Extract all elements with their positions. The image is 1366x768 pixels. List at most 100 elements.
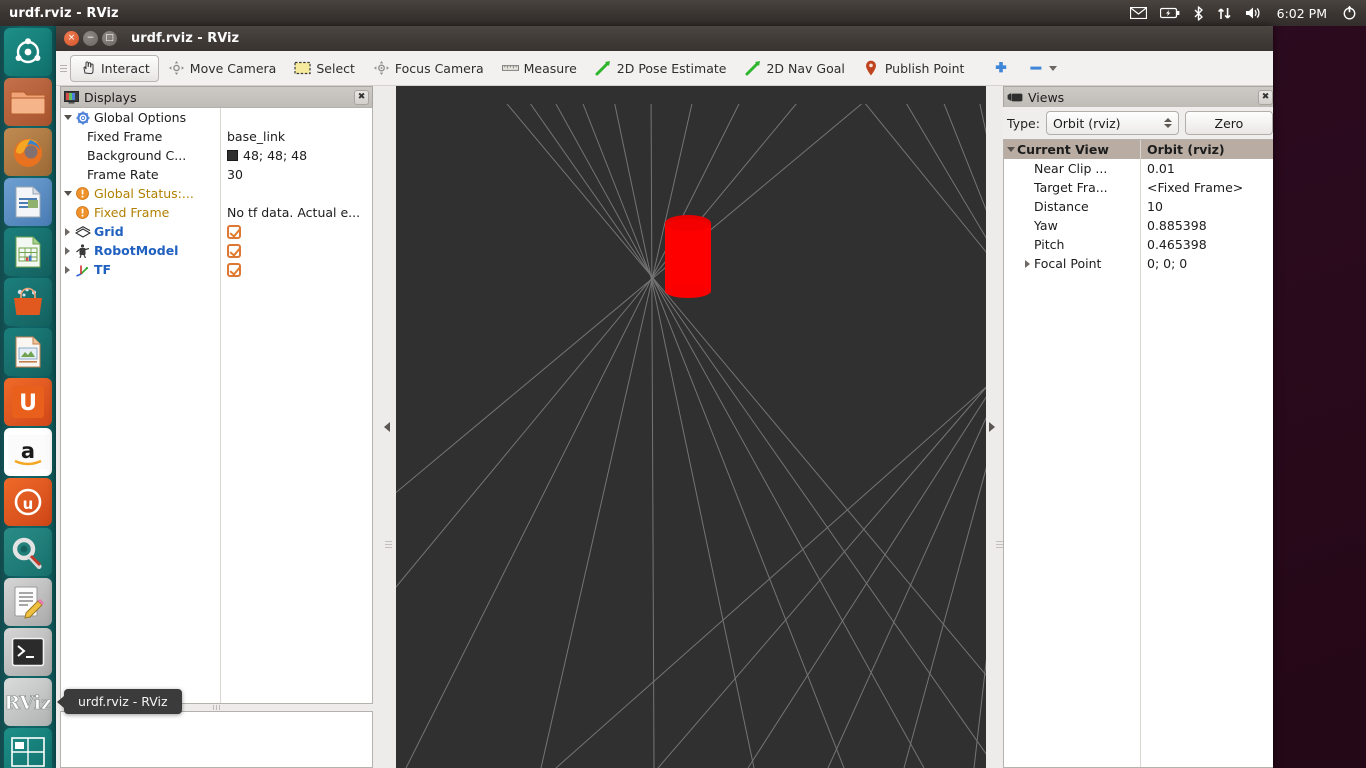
tool-measure[interactable]: Measure xyxy=(493,55,586,82)
twisty-open-icon[interactable] xyxy=(61,111,74,124)
viewport-scene xyxy=(396,86,986,768)
display-row-frame-rate[interactable]: Frame Rate 30 xyxy=(61,165,372,184)
launcher-libreoffice-impress[interactable] xyxy=(4,328,52,376)
displays-monitor-icon xyxy=(64,90,79,104)
battery-icon[interactable] xyxy=(1159,7,1180,19)
unity-launcher: U a u RViz xyxy=(0,26,56,768)
display-row-robotmodel[interactable]: RobotModel xyxy=(61,241,372,260)
display-value[interactable]: base_link xyxy=(220,129,372,144)
views-tree[interactable]: Current View Orbit (rviz) Near Clip ... … xyxy=(1003,139,1273,768)
views-close-icon[interactable]: ✖ xyxy=(1258,89,1273,105)
twisty-closed-icon[interactable] xyxy=(61,225,74,238)
render-viewport-3d[interactable] xyxy=(396,86,986,768)
view-type-select[interactable]: Orbit (rviz) xyxy=(1045,111,1179,135)
display-row-global-status[interactable]: Global Status:... xyxy=(61,184,372,203)
volume-icon[interactable] xyxy=(1245,6,1262,20)
view-type-label: Type: xyxy=(1007,115,1040,131)
spinner-arrows-icon[interactable] xyxy=(1163,118,1172,128)
desktop-screen: urdf.rviz - RViz 6:02 PM U a u RViz × − … xyxy=(0,0,1366,768)
warning-icon xyxy=(74,186,91,201)
add-tool-button[interactable] xyxy=(983,55,1018,82)
twisty-closed-icon[interactable] xyxy=(61,244,74,257)
launcher-system-settings[interactable] xyxy=(4,528,52,576)
views-value[interactable]: 10 xyxy=(1140,199,1273,214)
launcher-files[interactable] xyxy=(4,78,52,126)
mail-icon[interactable] xyxy=(1129,7,1147,19)
tool-select[interactable]: Select xyxy=(285,55,364,82)
launcher-libreoffice-writer[interactable] xyxy=(4,178,52,226)
tool-2d-nav-goal-label: 2D Nav Goal xyxy=(766,60,845,76)
warning-icon xyxy=(74,205,91,220)
display-row-fixed-frame[interactable]: Fixed Frame base_link xyxy=(61,127,372,146)
focus-camera-icon xyxy=(373,60,390,76)
zero-button[interactable]: Zero xyxy=(1184,111,1273,135)
views-value[interactable]: 0.885398 xyxy=(1140,218,1273,233)
tool-focus-camera[interactable]: Focus Camera xyxy=(364,55,493,82)
display-row-tf[interactable]: TF xyxy=(61,260,372,279)
views-label: Target Fra... xyxy=(1034,180,1108,195)
network-icon[interactable] xyxy=(1217,6,1232,21)
display-label: TF xyxy=(94,262,112,277)
left-panel-collapse-handle[interactable] xyxy=(382,86,392,768)
tool-interact[interactable]: Interact xyxy=(70,54,159,82)
tool-2d-nav-goal[interactable]: 2D Nav Goal xyxy=(735,55,853,82)
twisty-open-icon[interactable] xyxy=(1004,143,1017,156)
display-row-background-color[interactable]: Background C... 48; 48; 48 xyxy=(61,146,372,165)
twisty-closed-icon[interactable] xyxy=(61,263,74,276)
views-row-distance[interactable]: Distance 10 xyxy=(1004,197,1273,216)
right-handle-grip xyxy=(996,541,1003,548)
launcher-amazon[interactable]: a xyxy=(4,428,52,476)
display-row-global-options[interactable]: Global Options xyxy=(61,108,372,127)
views-row-focal-point[interactable]: Focal Point 0; 0; 0 xyxy=(1004,254,1273,273)
launcher-firefox[interactable] xyxy=(4,128,52,176)
twisty-closed-icon[interactable] xyxy=(1021,257,1034,270)
tool-2d-pose-estimate[interactable]: 2D Pose Estimate xyxy=(586,55,736,82)
launcher-ubuntu-one[interactable]: U xyxy=(4,378,52,426)
hand-cursor-icon xyxy=(79,60,96,76)
window-maximize-button[interactable]: □ xyxy=(102,31,117,46)
views-controls: Type: Orbit (rviz) Zero xyxy=(1003,107,1273,139)
panel-clock[interactable]: 6:02 PM xyxy=(1275,6,1329,21)
display-enabled-checkbox[interactable] xyxy=(227,262,241,277)
displays-tree[interactable]: Global Options Fixed Frame base_link Bac… xyxy=(60,107,373,704)
display-row-grid[interactable]: Grid xyxy=(61,222,372,241)
rviz-main-area: Displays ✖ Global Options Fixed Frame ba… xyxy=(56,86,1273,768)
tool-publish-point[interactable]: Publish Point xyxy=(854,55,974,82)
display-value[interactable]: 30 xyxy=(220,167,372,182)
views-value[interactable]: 0; 0; 0 xyxy=(1140,256,1273,271)
display-row-status-fixed-frame[interactable]: Fixed Frame No tf data. Actual e... xyxy=(61,203,372,222)
launcher-ubuntu-dash[interactable] xyxy=(4,28,52,76)
display-label: Global Status:... xyxy=(94,186,194,201)
views-row-target-frame[interactable]: Target Fra... <Fixed Frame> xyxy=(1004,178,1273,197)
launcher-terminal[interactable] xyxy=(4,628,52,676)
views-row-yaw[interactable]: Yaw 0.885398 xyxy=(1004,216,1273,235)
launcher-libreoffice-calc[interactable] xyxy=(4,228,52,276)
tool-move-camera[interactable]: Move Camera xyxy=(159,55,286,82)
display-enabled-checkbox[interactable] xyxy=(227,224,241,239)
views-row-near-clip[interactable]: Near Clip ... 0.01 xyxy=(1004,159,1273,178)
views-row-pitch[interactable]: Pitch 0.465398 xyxy=(1004,235,1273,254)
window-close-button[interactable]: × xyxy=(64,31,79,46)
launcher-ubuntu-software[interactable] xyxy=(4,278,52,326)
toolbar-grip[interactable] xyxy=(60,59,68,77)
views-row-current-view[interactable]: Current View Orbit (rviz) xyxy=(1004,140,1273,159)
launcher-ubuntu-one-music[interactable]: u xyxy=(4,478,52,526)
launcher-text-editor[interactable] xyxy=(4,578,52,626)
remove-tool-button[interactable] xyxy=(1018,55,1066,82)
lower-left-panel[interactable] xyxy=(60,711,373,768)
launcher-workspace-switcher[interactable] xyxy=(4,728,52,768)
window-titlebar[interactable]: × − □ urdf.rviz - RViz xyxy=(56,26,1273,51)
twisty-open-icon[interactable] xyxy=(61,187,74,200)
right-panel-collapse-handle[interactable] xyxy=(987,86,997,768)
views-value[interactable]: 0.465398 xyxy=(1140,237,1273,252)
displays-close-icon[interactable]: ✖ xyxy=(354,89,369,105)
views-value[interactable]: 0.01 xyxy=(1140,161,1273,176)
launcher-rviz[interactable]: RViz xyxy=(4,678,52,726)
bluetooth-icon[interactable] xyxy=(1193,5,1204,21)
power-gear-icon[interactable] xyxy=(1342,5,1357,21)
chevron-down-icon[interactable] xyxy=(1049,65,1058,71)
display-enabled-checkbox[interactable] xyxy=(227,243,241,258)
window-minimize-button[interactable]: − xyxy=(83,31,98,46)
views-value[interactable]: <Fixed Frame> xyxy=(1140,180,1273,195)
display-label: Background C... xyxy=(87,148,187,163)
